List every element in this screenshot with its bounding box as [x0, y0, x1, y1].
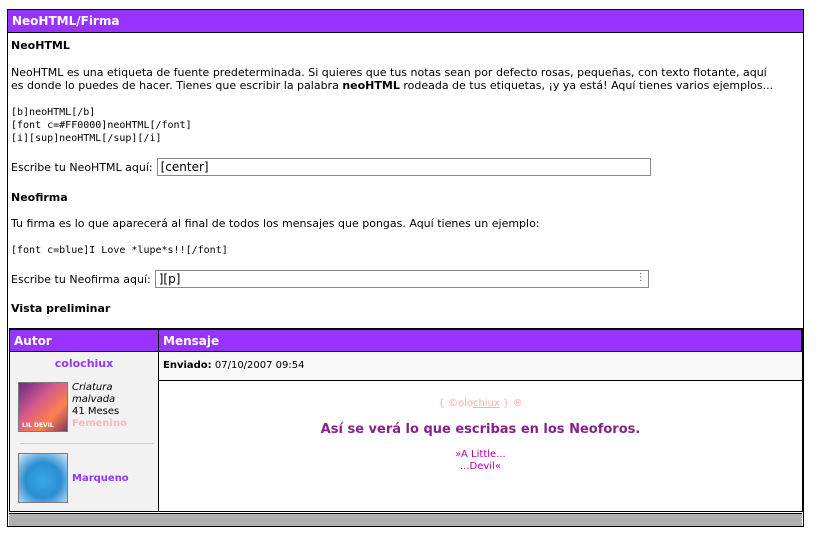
preview-heading: Vista preliminar [11, 302, 111, 315]
pet-info: Criatura malvada 41 Meses Femenino [72, 382, 127, 432]
neohtml-input[interactable]: [center] [156, 158, 651, 176]
pet-species-line1: Criatura [72, 382, 113, 393]
pet-avatar[interactable] [18, 453, 68, 503]
message-cell: Enviado: 07/10/2007 09:54 { ©olochiux } … [159, 352, 802, 511]
pet-species-line2: malvada [72, 394, 116, 405]
preview-main-text: Así se verá lo que escribas en los Neofo… [320, 422, 641, 437]
panel-title: NeoHTML/Firma [8, 10, 803, 33]
pet-avatar[interactable]: LIL DEVIL [18, 382, 68, 432]
neohtml-desc-line1: NeoHTML es una etiqueta de fuente predet… [11, 66, 767, 79]
panel-content: NeoHTML NeoHTML es una etiqueta de fuent… [8, 33, 803, 315]
neofirma-input-label: Escribe tu Neofirma aquí: [11, 272, 151, 286]
neofirma-example: [font c=blue]I Love *lupe*s!![/font] [11, 245, 228, 256]
signature-bottom: »A Little... ...Devil« [159, 449, 802, 473]
sig-text: { ©olo [438, 398, 473, 409]
author-username[interactable]: colochiux [10, 357, 158, 370]
message-body: { ©olochiux } ® Así se verá lo que escri… [159, 398, 802, 473]
preview-table: Autor Mensaje colochiux LIL DEVIL Criatu… [9, 328, 803, 512]
neofirma-textarea[interactable]: ][p] ⋮ [154, 270, 649, 288]
pet-name[interactable]: Marqueno [72, 473, 129, 484]
signature-top: { ©olochiux } ® [159, 398, 802, 409]
active-pet-block: LIL DEVIL Criatura malvada 41 Meses Feme… [18, 382, 127, 432]
neohtml-examples: [b]neoHTML[/b] [font c=#FF0000]neoHTML[/… [11, 106, 803, 145]
neohtml-input-value: [center] [160, 160, 209, 174]
column-header-author: Autor [9, 329, 159, 352]
neohtml-input-row: Escribe tu NeoHTML aquí: [center] [11, 158, 803, 176]
sent-info: Enviado: 07/10/2007 09:54 [159, 352, 802, 381]
neofirma-input-value: ][p] [158, 272, 181, 286]
neofirma-desc: Tu firma es lo que aparecerá al final de… [11, 217, 540, 230]
desc-text: rodeada de tus etiquetas, ¡y ya está! Aq… [399, 79, 774, 92]
example-code: [b]neoHTML[/b] [11, 107, 96, 118]
author-cell: colochiux LIL DEVIL Criatura malvada 41 … [9, 352, 159, 511]
desc-text: es donde lo puedes de hacer. Tienes que … [11, 79, 343, 92]
pet-age: 41 Meses [72, 406, 120, 417]
example-code: [i][sup]neoHTML[/sup][/i] [11, 133, 162, 144]
neofirma-heading: Neofirma [11, 191, 68, 204]
resize-handle-icon[interactable]: ⋮ [636, 272, 646, 283]
preview-post-row: colochiux LIL DEVIL Criatura malvada 41 … [9, 352, 802, 511]
sig-text: } ® [499, 398, 523, 409]
sent-date: 07/10/2007 09:54 [214, 360, 305, 371]
column-header-message: Mensaje [159, 329, 802, 352]
neohtml-desc-line2: es donde lo puedes de hacer. Tienes que … [11, 79, 803, 92]
sig-line: »A Little... [455, 449, 506, 460]
sent-label: Enviado: [163, 360, 212, 371]
example-code: [font c=#FF0000]neoHTML[/font] [11, 120, 192, 131]
preview-header-row: Autor Mensaje [9, 329, 802, 352]
panel-footer-bar [9, 513, 802, 526]
secondary-pet-block: Marqueno [18, 453, 129, 503]
sig-link[interactable]: chiux [473, 398, 500, 409]
neohtml-firma-panel: NeoHTML/Firma NeoHTML NeoHTML es una eti… [7, 9, 804, 527]
divider [20, 443, 154, 444]
avatar-caption: LIL DEVIL [22, 422, 54, 429]
pet-gender: Femenino [72, 418, 127, 429]
neohtml-heading: NeoHTML [11, 39, 70, 52]
desc-bold-neohtml: neoHTML [342, 79, 400, 92]
neohtml-input-label: Escribe tu NeoHTML aquí: [11, 160, 153, 174]
sig-line: ...Devil« [460, 461, 501, 472]
neofirma-input-row: Escribe tu Neofirma aquí: ][p] ⋮ [11, 270, 803, 288]
